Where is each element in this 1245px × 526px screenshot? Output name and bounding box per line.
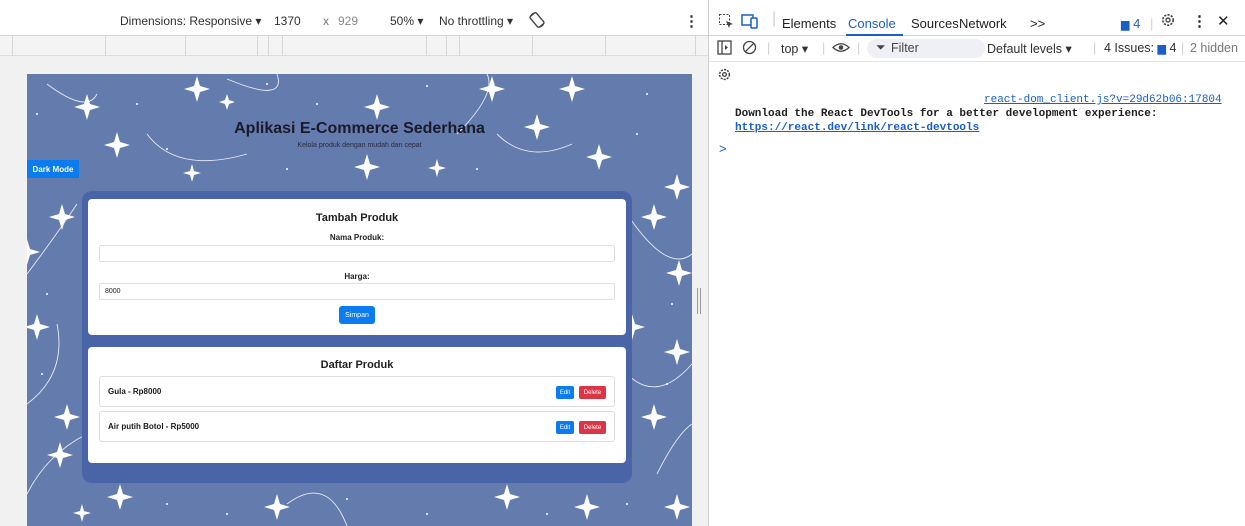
console-toolbar: | top ▾ | | ⏷ Filter Default levels ▾ | … (709, 36, 1245, 62)
more-tabs-button[interactable]: >> (1030, 16, 1045, 31)
name-input[interactable] (99, 245, 615, 262)
tab-sources[interactable]: Sources (911, 16, 959, 31)
devtools-link[interactable]: https://react.dev/link/react-devtools (735, 122, 979, 134)
zoom-dropdown[interactable]: 50% ▾ (390, 14, 423, 28)
hidden-count: 2 hidden (1190, 41, 1238, 55)
save-button[interactable]: Simpan (339, 306, 375, 324)
source-link[interactable]: react-dom_client.js?v=29d62b06:17804 (984, 94, 1222, 106)
resize-handle-icon[interactable] (696, 288, 702, 314)
log-levels-dropdown[interactable]: Default levels ▾ (987, 41, 1072, 56)
clear-console-icon[interactable] (742, 40, 757, 58)
chevron-down-icon: ▾ (417, 14, 424, 28)
issues-count: 4 (1169, 41, 1177, 55)
sidebar-toggle-icon[interactable] (717, 40, 732, 58)
issues-button[interactable]: 4 Issues: ▆ 4 (1104, 41, 1176, 55)
top-strip (0, 0, 708, 8)
inspect-element-icon[interactable] (718, 13, 734, 32)
log-message: Download the React DevTools for a better… (735, 108, 1158, 120)
viewport-pane: Dimensions: Responsive ▾ 1370 x 929 50% … (0, 0, 708, 526)
console-prompt[interactable]: > (719, 141, 727, 156)
delete-button[interactable]: Delete (579, 386, 606, 399)
app-title: Aplikasi E-Commerce Sederhana (234, 120, 485, 137)
width-input[interactable]: 1370 (274, 14, 320, 31)
delete-button[interactable]: Delete (579, 421, 606, 434)
filter-icon: ⏷ (876, 40, 886, 54)
product-row: Air putih Botol - Rp5000 Edit Delete (99, 411, 615, 442)
product-name: Air putih Botol - Rp5000 (108, 422, 200, 431)
more-options-icon[interactable]: ⋮ (1192, 12, 1207, 30)
tab-console[interactable]: Console (848, 16, 896, 31)
add-product-card: Tambah Produk Nama Produk: Harga: 8000 S… (88, 199, 626, 335)
settings-gear-icon[interactable] (1160, 12, 1176, 31)
chevron-down-icon: ▾ (507, 14, 514, 28)
price-label: Harga: (344, 272, 370, 281)
console-settings-gear-icon[interactable] (717, 67, 732, 85)
dark-mode-button[interactable]: Dark Mode (27, 160, 79, 178)
device-toolbar-icon[interactable] (741, 13, 759, 32)
more-options-icon[interactable]: ⋮ (684, 12, 699, 30)
add-product-heading: Tambah Produk (315, 212, 399, 224)
media-query-ruler (0, 36, 708, 56)
close-icon[interactable]: ✕ (1217, 12, 1230, 30)
message-icon: ▆ (1121, 19, 1130, 31)
messages-badge[interactable]: ▆ 4 (1121, 16, 1140, 31)
tab-network[interactable]: Network (959, 16, 1007, 31)
product-row: Gula - Rp8000 Edit Delete (99, 376, 615, 407)
product-list-heading: Daftar Produk (320, 359, 394, 371)
height-input[interactable]: 929 (338, 14, 384, 31)
times-label: x (323, 14, 329, 28)
chevron-down-icon: ▾ (255, 14, 262, 28)
product-name: Gula - Rp8000 (108, 387, 162, 396)
chevron-down-icon: ▾ (801, 42, 809, 56)
dimensions-dropdown[interactable]: Dimensions: Responsive ▾ (120, 14, 261, 28)
throttling-label: No throttling (439, 14, 504, 28)
devtools-tab-bar: | Elements Console Sources Network >> ▆ … (709, 8, 1245, 36)
context-dropdown[interactable]: top ▾ (781, 41, 808, 56)
dimensions-label: Dimensions: Responsive (120, 14, 253, 28)
emulated-page: Aplikasi E-Commerce Sederhana Kelola pro… (27, 74, 692, 526)
context-label: top (781, 42, 799, 56)
edit-button[interactable]: Edit (556, 421, 574, 434)
product-list-card: Daftar Produk Gula - Rp8000 Edit Delete … (88, 347, 626, 463)
zoom-label: 50% (390, 14, 415, 28)
devtools-panel: | Elements Console Sources Network >> ▆ … (709, 0, 1245, 526)
price-input[interactable]: 8000 (99, 283, 615, 300)
filter-placeholder: Filter (891, 41, 919, 55)
chevron-down-icon: ▾ (1065, 42, 1072, 56)
levels-label: Default levels (987, 42, 1063, 56)
device-toolbar: Dimensions: Responsive ▾ 1370 x 929 50% … (0, 8, 708, 36)
message-icon: ▆ (1157, 43, 1166, 55)
name-label: Nama Produk: (329, 233, 385, 242)
app-subtitle: Kelola produk dengan mudah dan cepat (297, 142, 422, 149)
console-output: react-dom_client.js?v=29d62b06:17804 Dow… (709, 86, 1245, 526)
issues-label: 4 Issues: (1104, 41, 1155, 55)
live-expression-eye-icon[interactable] (832, 40, 850, 58)
edit-button[interactable]: Edit (556, 386, 574, 399)
tab-elements[interactable]: Elements (782, 16, 836, 31)
main-container: Tambah Produk Nama Produk: Harga: 8000 S… (82, 191, 632, 483)
filter-input[interactable]: ⏷ Filter (867, 39, 985, 58)
messages-count: 4 (1133, 16, 1141, 31)
throttling-dropdown[interactable]: No throttling ▾ (439, 14, 513, 28)
rotate-icon[interactable] (528, 11, 546, 32)
